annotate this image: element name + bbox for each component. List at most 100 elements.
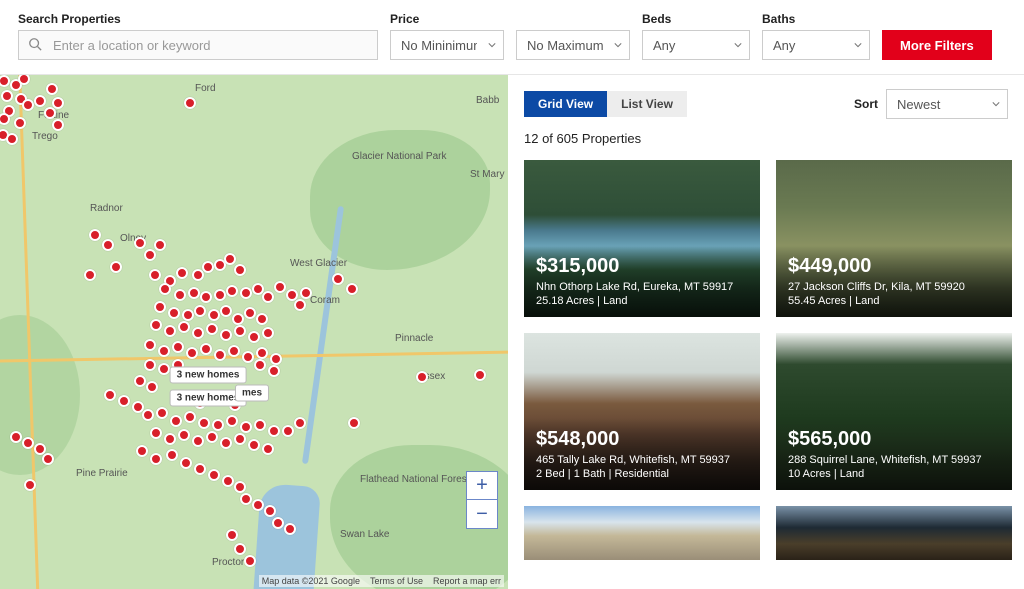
map-pin[interactable] [222,475,234,487]
map-pin[interactable] [206,323,218,335]
baths-select[interactable]: Any [762,30,870,60]
map-pin[interactable] [348,417,360,429]
map-pin[interactable] [226,285,238,297]
map-pin[interactable] [184,411,196,423]
map-pin[interactable] [214,349,226,361]
map-pin[interactable] [150,427,162,439]
map-pin[interactable] [282,425,294,437]
map-pin[interactable] [248,331,260,343]
map-pin[interactable] [262,327,274,339]
map-pin[interactable] [272,517,284,529]
map-pin[interactable] [206,431,218,443]
map-pin[interactable] [44,107,56,119]
map-pin[interactable] [180,457,192,469]
listing-card[interactable]: $449,000 27 Jackson Cliffs Dr, Kila, MT … [776,160,1012,317]
map-pin[interactable] [192,327,204,339]
map-pin[interactable] [178,321,190,333]
map-pin[interactable] [158,363,170,375]
map-pin[interactable] [144,339,156,351]
zoom-out-button[interactable]: − [467,500,497,528]
map-pin[interactable] [300,287,312,299]
map-pin[interactable] [142,409,154,421]
map-pin[interactable] [166,449,178,461]
map-pin[interactable] [52,97,64,109]
map-pin[interactable] [150,319,162,331]
map-pin[interactable] [110,261,122,273]
map-pin[interactable] [234,325,246,337]
map-pin[interactable] [228,345,240,357]
map-pin[interactable] [248,439,260,451]
map-pin[interactable] [156,407,168,419]
map-pin[interactable] [134,375,146,387]
map-pin[interactable] [149,269,161,281]
map-pin[interactable] [159,283,171,295]
map-pin[interactable] [346,283,358,295]
map-pin[interactable] [146,381,158,393]
map-pin[interactable] [234,481,246,493]
map-pin[interactable] [202,261,214,273]
map-terms-link[interactable]: Terms of Use [370,576,423,586]
map-pin[interactable] [184,97,196,109]
map-pin[interactable] [182,309,194,321]
map-pin[interactable] [332,273,344,285]
map-pin[interactable] [268,365,280,377]
map-pin[interactable] [164,433,176,445]
map-cluster-label[interactable]: 3 new homes [170,367,247,384]
map-pin[interactable] [274,281,286,293]
map-pin[interactable] [200,291,212,303]
map-pin[interactable] [22,99,34,111]
map-pin[interactable] [220,437,232,449]
map-pin[interactable] [208,469,220,481]
map-pin[interactable] [270,353,282,365]
zoom-in-button[interactable]: + [467,472,497,500]
map-pin[interactable] [10,431,22,443]
map-pin[interactable] [14,117,26,129]
map-pin[interactable] [6,133,18,145]
map-pin[interactable] [188,287,200,299]
map-pin[interactable] [154,239,166,251]
map-pin[interactable] [264,505,276,517]
sort-select[interactable]: Newest [886,89,1008,119]
map-pin[interactable] [224,253,236,265]
map-pin[interactable] [178,429,190,441]
map-pin[interactable] [262,291,274,303]
map-pin[interactable] [194,463,206,475]
map-pin[interactable] [84,269,96,281]
map-pin[interactable] [256,347,268,359]
map-pin[interactable] [294,299,306,311]
map-pin[interactable] [192,435,204,447]
listing-card[interactable] [524,506,760,560]
map-pin[interactable] [46,83,58,95]
map-pane[interactable]: FordBabbFortineTregoGlacier National Par… [0,75,508,589]
map-pin[interactable] [220,305,232,317]
map-pin[interactable] [254,359,266,371]
listing-card[interactable]: $548,000 465 Tally Lake Rd, Whitefish, M… [524,333,760,490]
map-pin[interactable] [234,433,246,445]
map-pin[interactable] [244,555,256,567]
map-pin[interactable] [158,345,170,357]
price-max-select[interactable]: No Maximum [516,30,630,60]
map-pin[interactable] [234,264,246,276]
grid-view-button[interactable]: Grid View [524,91,607,117]
map-pin[interactable] [208,309,220,321]
map-pin[interactable] [102,239,114,251]
map-pin[interactable] [214,289,226,301]
map-pin[interactable] [474,369,486,381]
more-filters-button[interactable]: More Filters [882,30,992,60]
map-pin[interactable] [240,287,252,299]
map-pin[interactable] [254,419,266,431]
map-pin[interactable] [104,389,116,401]
map-pin[interactable] [154,301,166,313]
map-pin[interactable] [244,307,256,319]
map-pin[interactable] [256,313,268,325]
map-pin[interactable] [234,543,246,555]
list-view-button[interactable]: List View [607,91,687,117]
map-pin[interactable] [200,343,212,355]
map-pin[interactable] [118,395,130,407]
beds-select[interactable]: Any [642,30,750,60]
map-pin[interactable] [22,437,34,449]
listing-card[interactable]: $315,000 Nhn Othorp Lake Rd, Eureka, MT … [524,160,760,317]
listing-card[interactable]: $565,000 288 Squirrel Lane, Whitefish, M… [776,333,1012,490]
map-pin[interactable] [194,305,206,317]
map-pin[interactable] [172,341,184,353]
